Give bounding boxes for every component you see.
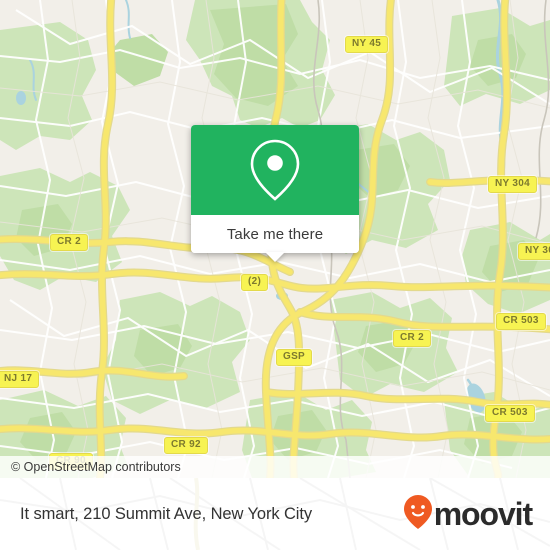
moovit-logo[interactable]: moovit	[403, 494, 538, 535]
map-label-gsp: GSP	[276, 349, 313, 366]
map-label-cr2-west: CR 2	[50, 234, 88, 251]
moovit-wordmark: moovit	[433, 496, 533, 532]
map-label-cr92: CR 92	[164, 437, 208, 454]
location-popup-card[interactable]: Take me there	[191, 125, 359, 262]
map-label-ny45: NY 45	[345, 36, 389, 53]
map-label-cr503-south: CR 503	[485, 405, 535, 422]
map-label-route-2: (2)	[241, 274, 269, 291]
location-title: It smart, 210 Summit Ave, New York City	[20, 504, 312, 523]
popup-header	[191, 125, 359, 215]
map-pin-icon	[247, 137, 303, 203]
moovit-smiley-pin-icon	[403, 494, 433, 535]
take-me-there-button[interactable]: Take me there	[191, 215, 359, 253]
osm-attribution-text: © OpenStreetMap contributors	[11, 460, 181, 474]
footer-bar: It smart, 210 Summit Ave, New York City …	[0, 478, 550, 550]
map-label-nj17: NJ 17	[0, 371, 40, 388]
map-label-cr503-north: CR 503	[496, 313, 546, 330]
osm-attribution-bar: © OpenStreetMap contributors	[0, 456, 550, 478]
moovit-map-screenshot: NY 45 NY 304 NY 30 CR 2 (2) CR 2 CR 503 …	[0, 0, 550, 550]
map-viewport[interactable]: NY 45 NY 304 NY 30 CR 2 (2) CR 2 CR 503 …	[0, 0, 550, 478]
map-label-cr2-east: CR 2	[393, 330, 431, 347]
popup-pointer	[265, 252, 285, 262]
map-label-ny30: NY 30	[518, 243, 550, 260]
take-me-there-label: Take me there	[226, 225, 324, 243]
map-label-ny304: NY 304	[488, 176, 537, 193]
